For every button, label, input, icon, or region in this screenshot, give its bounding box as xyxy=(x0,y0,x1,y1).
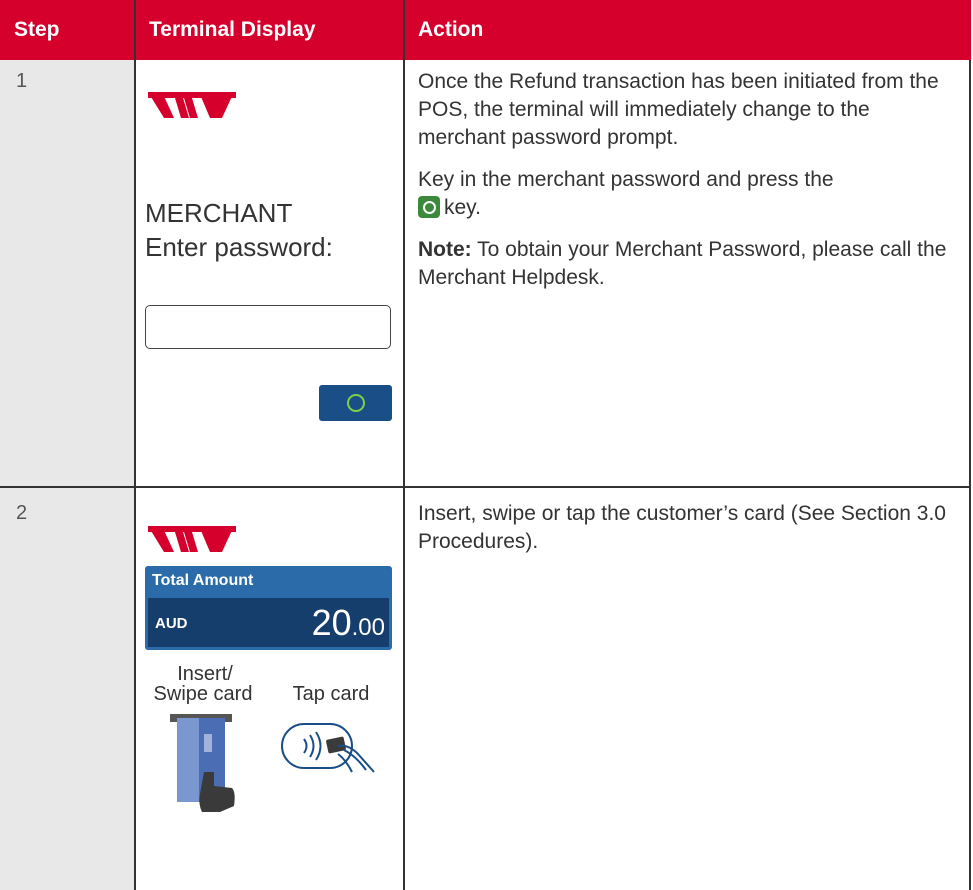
insert-label-line2: Swipe card xyxy=(153,683,253,705)
action-paragraph: Once the Refund transaction has been ini… xyxy=(418,70,939,149)
ok-key-icon xyxy=(418,196,440,218)
total-amount-panel: Total Amount AUD 20.00 xyxy=(145,566,392,650)
step-column xyxy=(0,60,135,890)
insert-label-line1: Insert/ xyxy=(177,663,233,685)
westpac-logo-icon xyxy=(148,526,236,552)
tap-label: Tap card xyxy=(292,683,370,705)
header-action: Action xyxy=(418,18,484,41)
password-input[interactable] xyxy=(145,305,391,349)
header-terminal-display: Terminal Display xyxy=(149,18,316,41)
insert-swipe-card-icon[interactable] xyxy=(168,714,242,812)
column-divider xyxy=(969,60,971,890)
amount-box: AUD 20.00 xyxy=(148,598,389,647)
ok-button[interactable] xyxy=(319,385,392,421)
action-text-step-1: Once the Refund transaction has been ini… xyxy=(418,68,958,306)
amount-value: 20.00 xyxy=(311,602,385,643)
contactless-tap-icon[interactable] xyxy=(280,720,380,776)
currency-label: AUD xyxy=(155,615,188,632)
prompt-instruction: Enter password: xyxy=(145,232,333,262)
procedure-table: Step Terminal Display Action 1 MERCHANT … xyxy=(0,0,971,890)
step-number: 1 xyxy=(16,70,28,92)
step-number: 2 xyxy=(16,502,28,524)
action-paragraph: Key in the merchant password and press t… xyxy=(418,168,834,219)
action-paragraph: Insert, swipe or tap the customer’s card… xyxy=(418,502,946,553)
header-step: Step xyxy=(14,18,60,41)
ok-circle-icon xyxy=(347,394,365,412)
action-text-step-2: Insert, swipe or tap the customer’s card… xyxy=(418,500,958,570)
table-header: Step Terminal Display Action xyxy=(0,0,971,60)
column-divider xyxy=(134,0,136,890)
westpac-logo-icon xyxy=(148,92,236,118)
note-label: Note: xyxy=(418,238,472,261)
prompt-title: MERCHANT xyxy=(145,198,293,228)
total-amount-label: Total Amount xyxy=(152,572,254,589)
column-divider xyxy=(403,0,405,890)
note-paragraph: Note: To obtain your Merchant Password, … xyxy=(418,238,947,289)
row-divider xyxy=(0,486,971,488)
